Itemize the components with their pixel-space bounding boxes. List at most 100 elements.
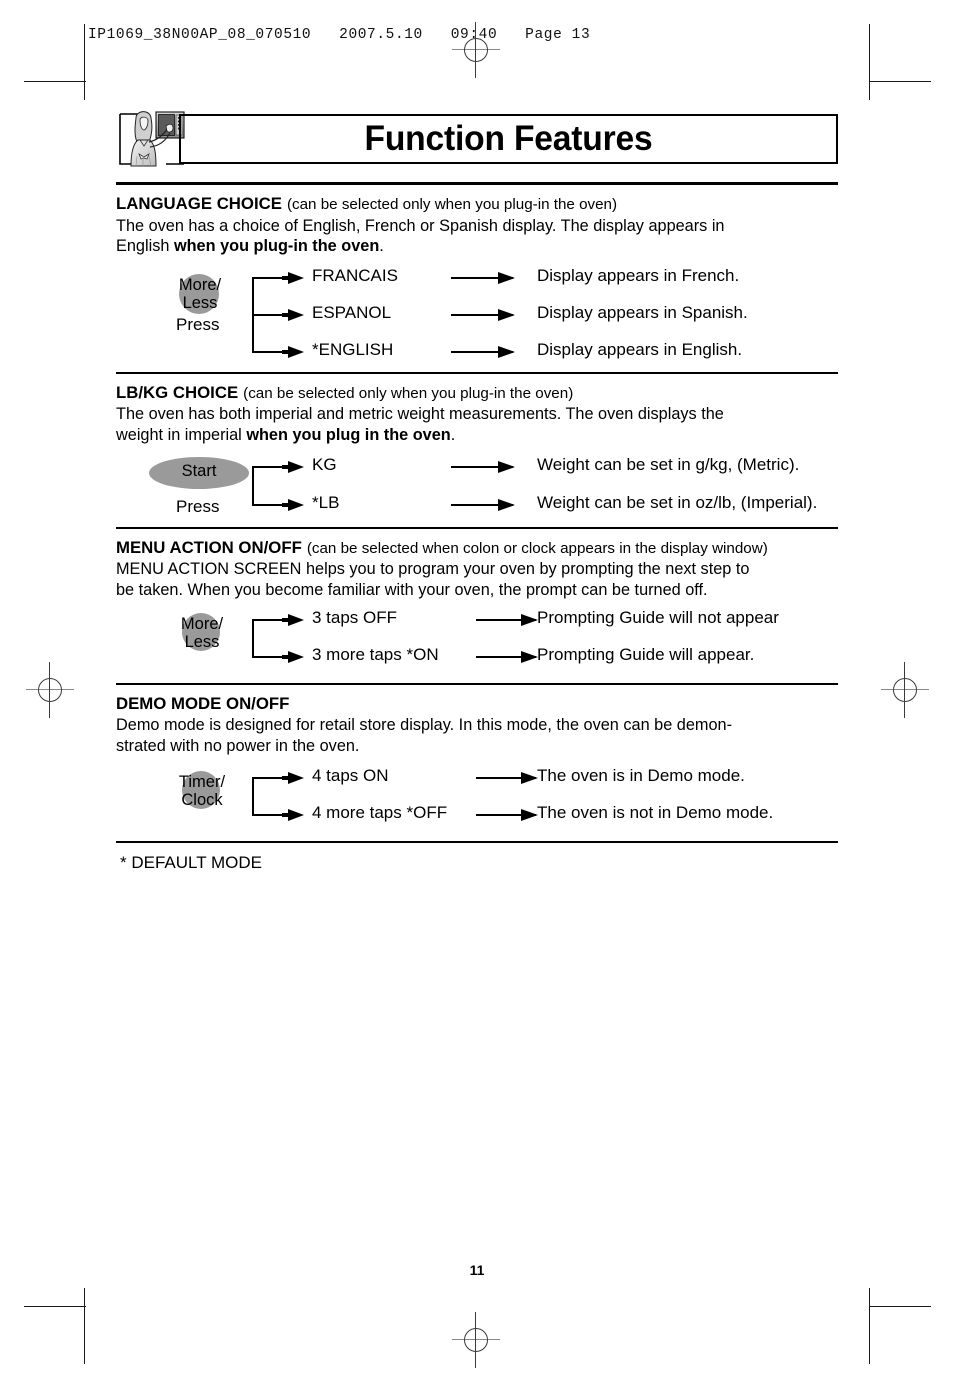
page-title-block: Function Features — [116, 104, 838, 168]
flow-menu-action: More/ Less 3 taps OFF 3 more taps *ON Pr… — [116, 608, 838, 683]
timer-clock-label-line2: Clock — [181, 791, 223, 810]
result-4b: The oven is not in Demo mode. — [537, 803, 774, 823]
section-4-heading: DEMO MODE ON/OFF — [116, 694, 290, 714]
crop-mark-bottom-right-vertical — [869, 1288, 870, 1364]
option-2b: *LB — [312, 492, 340, 512]
section-2-heading-note: (can be selected only when you plug-in t… — [243, 384, 574, 402]
section-3-heading-line: MENU ACTION ON/OFF (can be selected when … — [116, 538, 838, 560]
section-1-body-tail: . — [379, 237, 384, 256]
default-mode-footnote: * DEFAULT MODE — [120, 853, 263, 873]
press-label-2: Press — [176, 496, 220, 516]
section-1-heading-note: (can be selected only when you plug-in t… — [286, 196, 618, 213]
page-content: Function Features LANGUAGE CHOICE (can be… — [116, 104, 838, 873]
result-4a: The oven is in Demo mode. — [537, 766, 745, 786]
result-1b: Display appears in Spanish. — [537, 302, 748, 322]
press-label-1: Press — [176, 314, 220, 334]
crop-mark-top-right-horizontal — [869, 81, 931, 82]
result-arrow-4b — [476, 809, 538, 822]
woman-operating-microwave-icon — [116, 104, 188, 172]
section-2-body-bold: when you plug in the oven — [246, 425, 451, 444]
flow-language-choice: More/ Less Press FRANCAIS ESPANOL *ENGLI… — [116, 265, 838, 372]
crop-mark-top-right-vertical — [869, 24, 870, 100]
more-less-label-line1: More/ — [178, 275, 222, 294]
section-2-body-plain: weight in imperial — [116, 425, 247, 444]
page-title: Function Features — [364, 119, 653, 158]
result-arrow-1a — [451, 271, 515, 284]
result-3a: Prompting Guide will not appear — [537, 608, 779, 628]
arrowhead-4a — [282, 772, 304, 785]
more-less-2-label-line2: Less — [184, 633, 220, 652]
option-1b: ESPANOL — [312, 302, 392, 322]
option-1c: *ENGLISH — [312, 339, 394, 359]
section-2-body-line-2: weight in imperial when you plug in the … — [116, 425, 838, 446]
registration-mark-right — [877, 662, 933, 718]
bracket-demo — [252, 777, 254, 815]
option-2a: KG — [312, 454, 337, 474]
crop-mark-top-left-horizontal — [24, 81, 86, 82]
bracket-lbkg — [252, 465, 254, 504]
arrowhead-4b — [282, 809, 304, 822]
registration-mark-left — [22, 662, 78, 718]
result-1a: Display appears in French. — [537, 265, 740, 285]
crop-mark-bottom-right-horizontal — [869, 1306, 931, 1307]
arrowhead-1a — [282, 271, 304, 284]
option-1a: FRANCAIS — [312, 265, 398, 285]
arrowhead-2a — [282, 460, 304, 473]
section-1-body-plain: English — [116, 237, 174, 256]
timer-clock-label-line1: Timer/ — [178, 773, 226, 792]
section-4-heading-line: DEMO MODE ON/OFF — [116, 694, 838, 715]
arrowhead-2b — [282, 498, 304, 511]
start-button[interactable]: Start — [149, 462, 249, 480]
bracket-menu — [252, 619, 254, 657]
registration-mark-bottom — [448, 1312, 504, 1368]
arrowhead-1c — [282, 345, 304, 358]
option-4a: 4 taps ON — [312, 766, 389, 786]
section-4-body-line-2: strated with no power in the oven. — [116, 736, 360, 755]
prepress-slug: IP1069_38N00AP_08_070510 2007.5.10 09:40… — [88, 27, 591, 43]
section-1-body-bold: when you plug-in the oven — [173, 237, 380, 256]
start-label: Start — [181, 461, 217, 480]
section-2-heading-line: LB/KG CHOICE (can be selected only when y… — [116, 383, 838, 405]
result-arrow-3a — [476, 614, 538, 627]
section-1-body-line-2: English when you plug-in the oven. — [116, 236, 838, 257]
option-3a: 3 taps OFF — [312, 608, 398, 628]
document-page: IP1069_38N00AP_08_070510 2007.5.10 09:40… — [0, 0, 954, 1383]
result-3b: Prompting Guide will appear. — [537, 645, 755, 665]
more-less-button-2[interactable]: More/ Less — [166, 615, 238, 651]
section-2-heading: LB/KG CHOICE — [116, 382, 239, 402]
result-arrow-3b — [476, 651, 538, 664]
arrowhead-3a — [282, 614, 304, 627]
section-menu-action: MENU ACTION ON/OFF (can be selected when … — [116, 529, 838, 684]
more-less-label-line2: Less — [182, 293, 218, 312]
section-language-choice: LANGUAGE CHOICE (can be selected only whe… — [116, 185, 838, 372]
section-2-body-tail: . — [450, 425, 456, 444]
flow-lb-kg-choice: Start Press KG *LB Weight can be set in … — [116, 454, 838, 527]
crop-mark-bottom-left-vertical — [84, 1288, 85, 1364]
section-demo-mode: DEMO MODE ON/OFF Demo mode is designed f… — [116, 685, 838, 841]
arrowhead-1b — [282, 308, 304, 321]
result-arrow-4a — [476, 772, 538, 785]
option-3b: 3 more taps *ON — [312, 645, 439, 665]
option-4b: 4 more taps *OFF — [312, 803, 448, 823]
result-arrow-2a — [451, 460, 515, 473]
crop-mark-top-left-vertical — [84, 24, 85, 100]
result-2b: Weight can be set in oz/lb, (Imperial). — [537, 492, 818, 512]
more-less-button-1[interactable]: More/ Less — [164, 276, 236, 312]
section-3-body-line-1: MENU ACTION SCREEN helps you to program … — [116, 560, 750, 579]
section-2-body-line-1: The oven has both imperial and metric we… — [116, 405, 724, 424]
result-arrow-1c — [451, 345, 515, 358]
result-1c: Display appears in English. — [537, 339, 743, 359]
flow-demo-mode: Timer/ Clock 4 taps ON 4 more taps *OFF … — [116, 766, 838, 841]
section-1-body-line-1: The oven has a choice of English, French… — [116, 216, 725, 235]
crop-mark-bottom-left-horizontal — [24, 1306, 86, 1307]
section-3-heading-note: (can be selected when colon or clock app… — [306, 539, 768, 557]
page-number: 11 — [469, 1262, 485, 1278]
section-1-heading: LANGUAGE CHOICE — [116, 194, 282, 213]
result-arrow-1b — [451, 308, 515, 321]
section-1-heading-line: LANGUAGE CHOICE (can be selected only whe… — [116, 194, 838, 216]
timer-clock-button[interactable]: Timer/ Clock — [164, 773, 240, 809]
section-4-body-line-1: Demo mode is designed for retail store d… — [116, 715, 732, 734]
arrowhead-3b — [282, 651, 304, 664]
section-3-body-line-2: be taken. When you become familiar with … — [116, 580, 708, 599]
more-less-2-label-line1: More/ — [180, 615, 224, 634]
